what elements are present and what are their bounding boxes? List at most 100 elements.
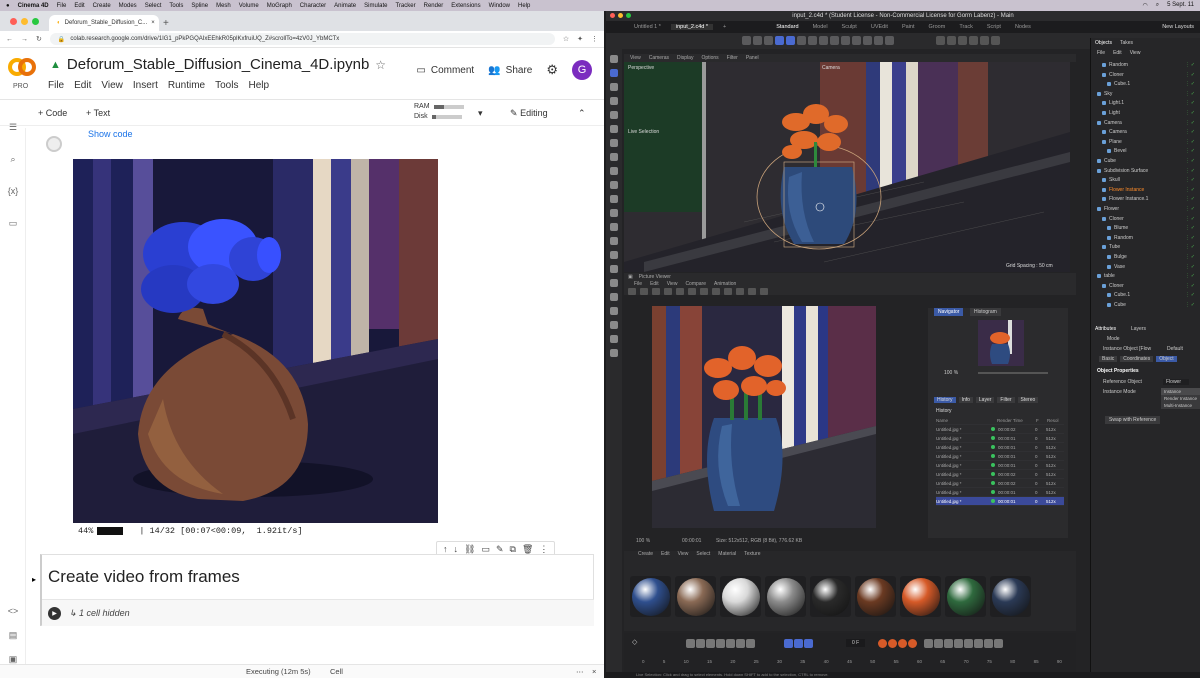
variables-icon[interactable]: {x}: [7, 186, 19, 198]
material-menu-item[interactable]: Create: [638, 551, 653, 557]
tool-icon[interactable]: [610, 69, 618, 77]
playback-mode-button[interactable]: [794, 639, 803, 648]
current-frame-field[interactable]: 0 F: [846, 639, 866, 647]
timeline-ruler[interactable]: 0 5 10 15 20 25 30 35 40 45 50 55 60 65 70 75 80 85 90: [642, 659, 1062, 664]
material-swatch[interactable]: [945, 576, 986, 617]
instance-mode-option[interactable]: Render Instance: [1161, 395, 1200, 402]
viewport-menu-item[interactable]: Options: [701, 55, 718, 61]
material-swatch[interactable]: [765, 576, 806, 617]
object-row[interactable]: Plane: [1102, 139, 1122, 145]
toolbar-icon[interactable]: [969, 36, 978, 45]
star-icon[interactable]: ☆: [375, 58, 386, 72]
object-row[interactable]: Light: [1102, 110, 1120, 116]
share-button[interactable]: 👥 Share: [488, 65, 532, 76]
object-visibility-checks[interactable]: ⋮✓: [1185, 283, 1196, 289]
object-row[interactable]: Random: [1107, 235, 1133, 241]
zoom-slider[interactable]: [978, 372, 1048, 374]
editing-mode-button[interactable]: ✎ Editing: [510, 108, 548, 119]
pv-tool-icon[interactable]: [652, 288, 660, 295]
material-swatch[interactable]: [720, 576, 761, 617]
attr-mode-label[interactable]: Mode: [1107, 336, 1120, 342]
wifi-icon[interactable]: ◠: [1142, 2, 1147, 9]
colab-menu-item[interactable]: Tools: [215, 80, 238, 91]
object-row[interactable]: Cube: [1107, 302, 1126, 308]
toolbar-icon[interactable]: [819, 36, 828, 45]
menubar-item[interactable]: Mesh: [216, 3, 231, 9]
move-down-icon[interactable]: ↓: [454, 544, 459, 554]
files-folder-icon[interactable]: ▭: [7, 218, 19, 230]
close-window-button[interactable]: [10, 17, 17, 25]
tool-icon[interactable]: [610, 97, 618, 105]
object-visibility-checks[interactable]: ⋮✓: [1185, 72, 1196, 78]
object-menu-item[interactable]: Edit: [1113, 50, 1122, 56]
pv-tool-icon[interactable]: [640, 288, 648, 295]
material-menu-item[interactable]: View: [678, 551, 689, 557]
pv-tool-icon[interactable]: [676, 288, 684, 295]
search-icon[interactable]: ⌕: [1156, 2, 1159, 9]
tool-icon[interactable]: [610, 265, 618, 273]
history-row[interactable]: Untitled.jpg * 00:00:01 0 512x: [936, 488, 1064, 497]
layout-tab[interactable]: Groom: [929, 24, 946, 30]
toolbar-icon[interactable]: [764, 36, 773, 45]
layout-tab[interactable]: Nodes: [1015, 24, 1031, 30]
object-row[interactable]: table: [1097, 273, 1115, 279]
object-visibility-checks[interactable]: ⋮✓: [1185, 129, 1196, 135]
object-row[interactable]: Flower Instance.1: [1102, 196, 1148, 202]
tool-icon[interactable]: [610, 83, 618, 91]
key-tool-button[interactable]: [944, 639, 953, 648]
tool-icon[interactable]: [610, 139, 618, 147]
viewport-menu-item[interactable]: Display: [677, 55, 693, 61]
swap-with-reference-button[interactable]: Swap with Reference: [1105, 416, 1161, 424]
object-visibility-checks[interactable]: ⋮✓: [1185, 100, 1196, 106]
object-row[interactable]: Skull: [1102, 177, 1120, 183]
pv-menu-item[interactable]: Animation: [714, 281, 736, 287]
reload-icon[interactable]: ↻: [36, 35, 42, 43]
toolbar-icon[interactable]: [852, 36, 861, 45]
pv-tool-icon[interactable]: [748, 288, 756, 295]
object-row[interactable]: Cloner: [1102, 283, 1124, 289]
toolbar-icon[interactable]: [786, 36, 795, 45]
history-row[interactable]: Untitled.jpg * 00:00:02 0 512x: [936, 479, 1064, 488]
tool-icon[interactable]: [610, 153, 618, 161]
toolbar-icon[interactable]: [797, 36, 806, 45]
object-visibility-checks[interactable]: ⋮✓: [1185, 244, 1196, 250]
viewport-menu-item[interactable]: Filter: [727, 55, 738, 61]
toolbar-icon[interactable]: [841, 36, 850, 45]
history-row[interactable]: Untitled.jpg * 00:00:01 0 512x: [936, 434, 1064, 443]
object-visibility-checks[interactable]: ⋮✓: [1185, 292, 1196, 298]
history-row[interactable]: Untitled.jpg * 00:00:01 0 512x: [936, 461, 1064, 470]
colab-menu-item[interactable]: Help: [248, 80, 269, 91]
menubar-item[interactable]: Select: [145, 3, 162, 9]
object-row[interactable]: Cube.1: [1107, 292, 1130, 298]
layout-tab[interactable]: Track: [959, 24, 973, 30]
toc-icon[interactable]: ☰: [7, 122, 19, 134]
toolbar-icon[interactable]: [874, 36, 883, 45]
object-visibility-checks[interactable]: ⋮✓: [1185, 235, 1196, 241]
material-menu-item[interactable]: Texture: [744, 551, 760, 557]
pv-tool-icon[interactable]: [712, 288, 720, 295]
playback-button[interactable]: [716, 639, 725, 648]
record-key-button[interactable]: [888, 639, 897, 648]
mirror-cell-icon[interactable]: ⧉: [510, 544, 516, 555]
menubar-clock[interactable]: 5 Sept. 11: [1167, 2, 1194, 9]
navigator-thumbnail[interactable]: [978, 320, 1024, 366]
object-visibility-checks[interactable]: ⋮✓: [1185, 62, 1196, 68]
executing-cell[interactable]: Cell: [330, 667, 343, 676]
c4d-doc-tab-1[interactable]: Untitled 1 *: [634, 24, 661, 30]
status-more-icon[interactable]: ⋯: [576, 667, 584, 676]
menubar-item[interactable]: Tracker: [395, 3, 415, 9]
extensions-icon[interactable]: ✦: [577, 35, 583, 43]
key-tool-button[interactable]: [974, 639, 983, 648]
avatar[interactable]: G: [572, 60, 592, 80]
colab-menu-item[interactable]: Insert: [133, 80, 158, 91]
attributes-tab[interactable]: Attributes: [1095, 326, 1116, 332]
c4d-close-button[interactable]: [610, 13, 615, 18]
record-key-button[interactable]: [878, 639, 887, 648]
object-row[interactable]: Cube: [1097, 158, 1116, 164]
object-visibility-checks[interactable]: ⋮✓: [1185, 302, 1196, 308]
menubar-item[interactable]: Tools: [169, 3, 183, 9]
apple-icon[interactable]: ●: [6, 3, 10, 9]
resources-dropdown-icon[interactable]: ▾: [478, 108, 483, 119]
object-row[interactable]: Random: [1102, 62, 1128, 68]
object-visibility-checks[interactable]: ⋮✓: [1185, 81, 1196, 87]
